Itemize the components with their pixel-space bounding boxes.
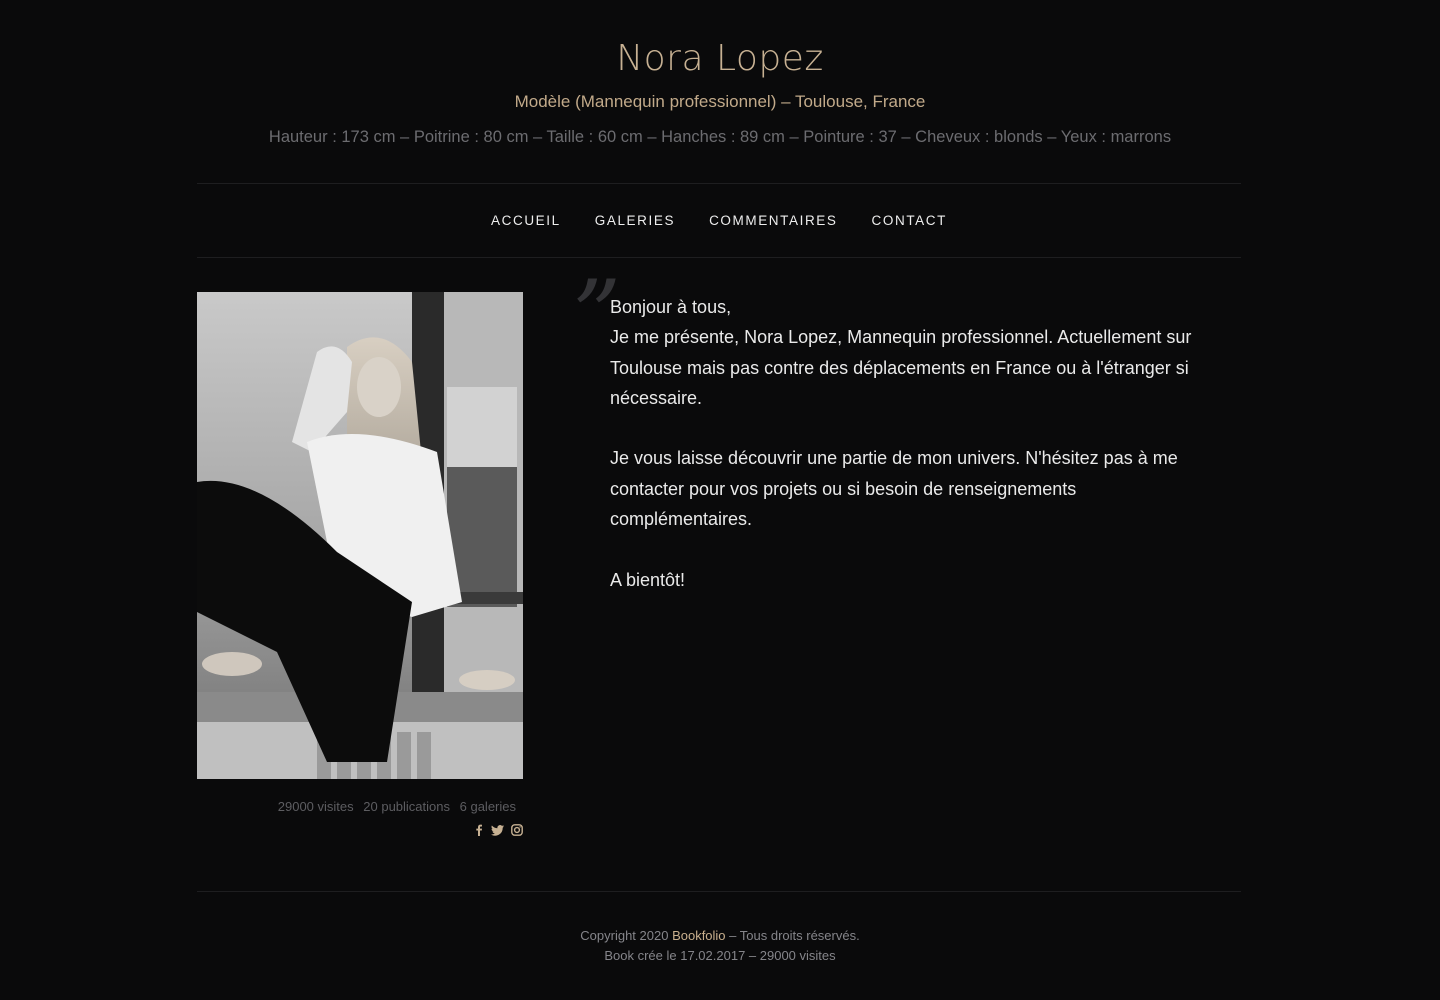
profile-photo[interactable] [197,292,523,779]
site-title[interactable]: Nora Lopez [0,37,1440,81]
nav-bottom-divider [197,257,1241,258]
bio-invitation: Je vous laisse découvrir une partie de m… [610,448,1178,530]
stat-publications: 20 publications [363,799,450,814]
copyright-prefix: Copyright 2020 [580,928,673,943]
stat-galleries: 6 galeries [459,799,516,814]
nav-item-galeries[interactable]: GALERIES [595,211,675,231]
bio-text: Bonjour à tous, Je me présente, Nora Lop… [610,292,1210,595]
nav-item-contact[interactable]: CONTACT [872,211,947,231]
copyright-suffix: – Tous droits réservés. [725,928,860,943]
page: Nora Lopez Modèle (Mannequin professionn… [0,0,1440,1000]
bio-signoff: A bientôt! [610,569,686,590]
facebook-icon[interactable] [472,822,485,838]
footer-divider [197,891,1241,892]
main-nav: ACCUEIL GALERIES COMMENTAIRES CONTACT [197,184,1241,257]
footer-copyright: Copyright 2020 Bookfolio – Tous droits r… [0,926,1440,946]
bio-greeting: Bonjour à tous, [610,297,732,317]
nav-item-accueil[interactable]: ACCUEIL [491,211,561,231]
stat-visits: 29000 visites [277,799,354,814]
instagram-icon[interactable] [510,822,523,838]
site-header: Nora Lopez Modèle (Mannequin professionn… [0,0,1440,148]
profile-photo-illustration [197,292,523,779]
site-subtitle: Modèle (Mannequin professionnel) – Toulo… [514,92,926,111]
bookfolio-link[interactable]: Bookfolio [672,928,725,943]
bio-introduction: Je me présente, Nora Lopez, Mannequin pr… [610,327,1192,408]
nav-item-commentaires[interactable]: COMMENTAIRES [709,211,837,231]
model-measurements: Hauteur : 173 cm – Poitrine : 80 cm – Ta… [268,128,1172,146]
footer-created: Book crée le 17.02.2017 – 29000 visites [604,948,836,963]
social-links [460,822,523,838]
twitter-icon[interactable] [491,822,504,838]
profile-stats: 29000 visites 20 publications 6 galeries [197,798,516,816]
site-footer: Copyright 2020 Bookfolio – Tous droits r… [0,926,1440,966]
